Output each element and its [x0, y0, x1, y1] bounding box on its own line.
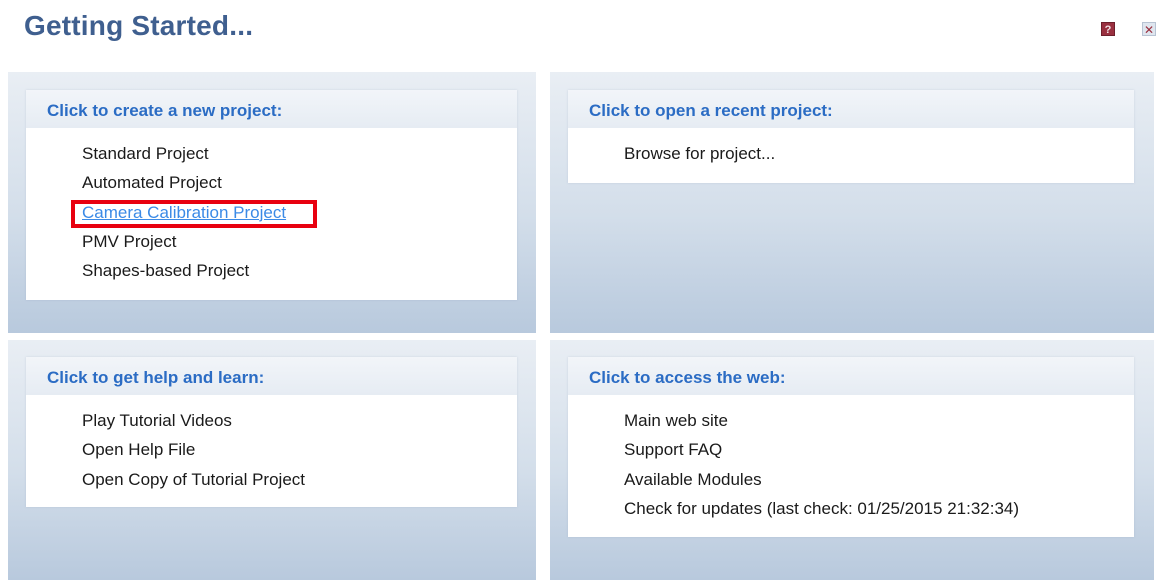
recent-project-header: Click to open a recent project:	[568, 90, 1134, 128]
available-modules-link[interactable]: Available Modules	[624, 470, 1019, 499]
recent-project-card: Click to open a recent project: Browse f…	[568, 90, 1134, 183]
automated-project-link[interactable]: Automated Project	[82, 173, 286, 202]
page-title: Getting Started...	[24, 10, 254, 41]
main-web-site-link[interactable]: Main web site	[624, 411, 1019, 440]
close-icon[interactable]: ✕	[1142, 22, 1156, 37]
pmv-project-link[interactable]: PMV Project	[82, 232, 286, 261]
web-list: Main web site Support FAQ Available Modu…	[624, 411, 1019, 528]
standard-project-link[interactable]: Standard Project	[82, 144, 286, 173]
help-learn-header: Click to get help and learn:	[26, 357, 517, 395]
recent-project-panel: Click to open a recent project: Browse f…	[550, 72, 1154, 333]
recent-project-heading: Click to open a recent project:	[589, 101, 833, 120]
open-help-file-link[interactable]: Open Help File	[82, 440, 305, 469]
recent-project-list: Browse for project...	[624, 144, 775, 173]
help-learn-panel: Click to get help and learn: Play Tutori…	[8, 340, 536, 580]
web-panel: Click to access the web: Main web site S…	[550, 340, 1154, 580]
help-learn-heading: Click to get help and learn:	[47, 368, 265, 387]
play-tutorial-videos-link[interactable]: Play Tutorial Videos	[82, 411, 305, 440]
help-learn-list: Play Tutorial Videos Open Help File Open…	[82, 411, 305, 499]
help-learn-card: Click to get help and learn: Play Tutori…	[26, 357, 517, 507]
new-project-card: Click to create a new project: Standard …	[26, 90, 517, 300]
new-project-heading: Click to create a new project:	[47, 101, 283, 120]
web-heading: Click to access the web:	[589, 368, 786, 387]
help-icon[interactable]: ?	[1101, 22, 1115, 36]
web-header: Click to access the web:	[568, 357, 1134, 395]
open-tutorial-project-link[interactable]: Open Copy of Tutorial Project	[82, 470, 305, 499]
highlight-box	[71, 200, 317, 228]
support-faq-link[interactable]: Support FAQ	[624, 440, 1019, 469]
check-for-updates-link[interactable]: Check for updates (last check: 01/25/201…	[624, 499, 1019, 528]
new-project-header: Click to create a new project:	[26, 90, 517, 128]
browse-for-project-link[interactable]: Browse for project...	[624, 144, 775, 173]
web-card: Click to access the web: Main web site S…	[568, 357, 1134, 537]
shapes-based-project-link[interactable]: Shapes-based Project	[82, 261, 286, 290]
